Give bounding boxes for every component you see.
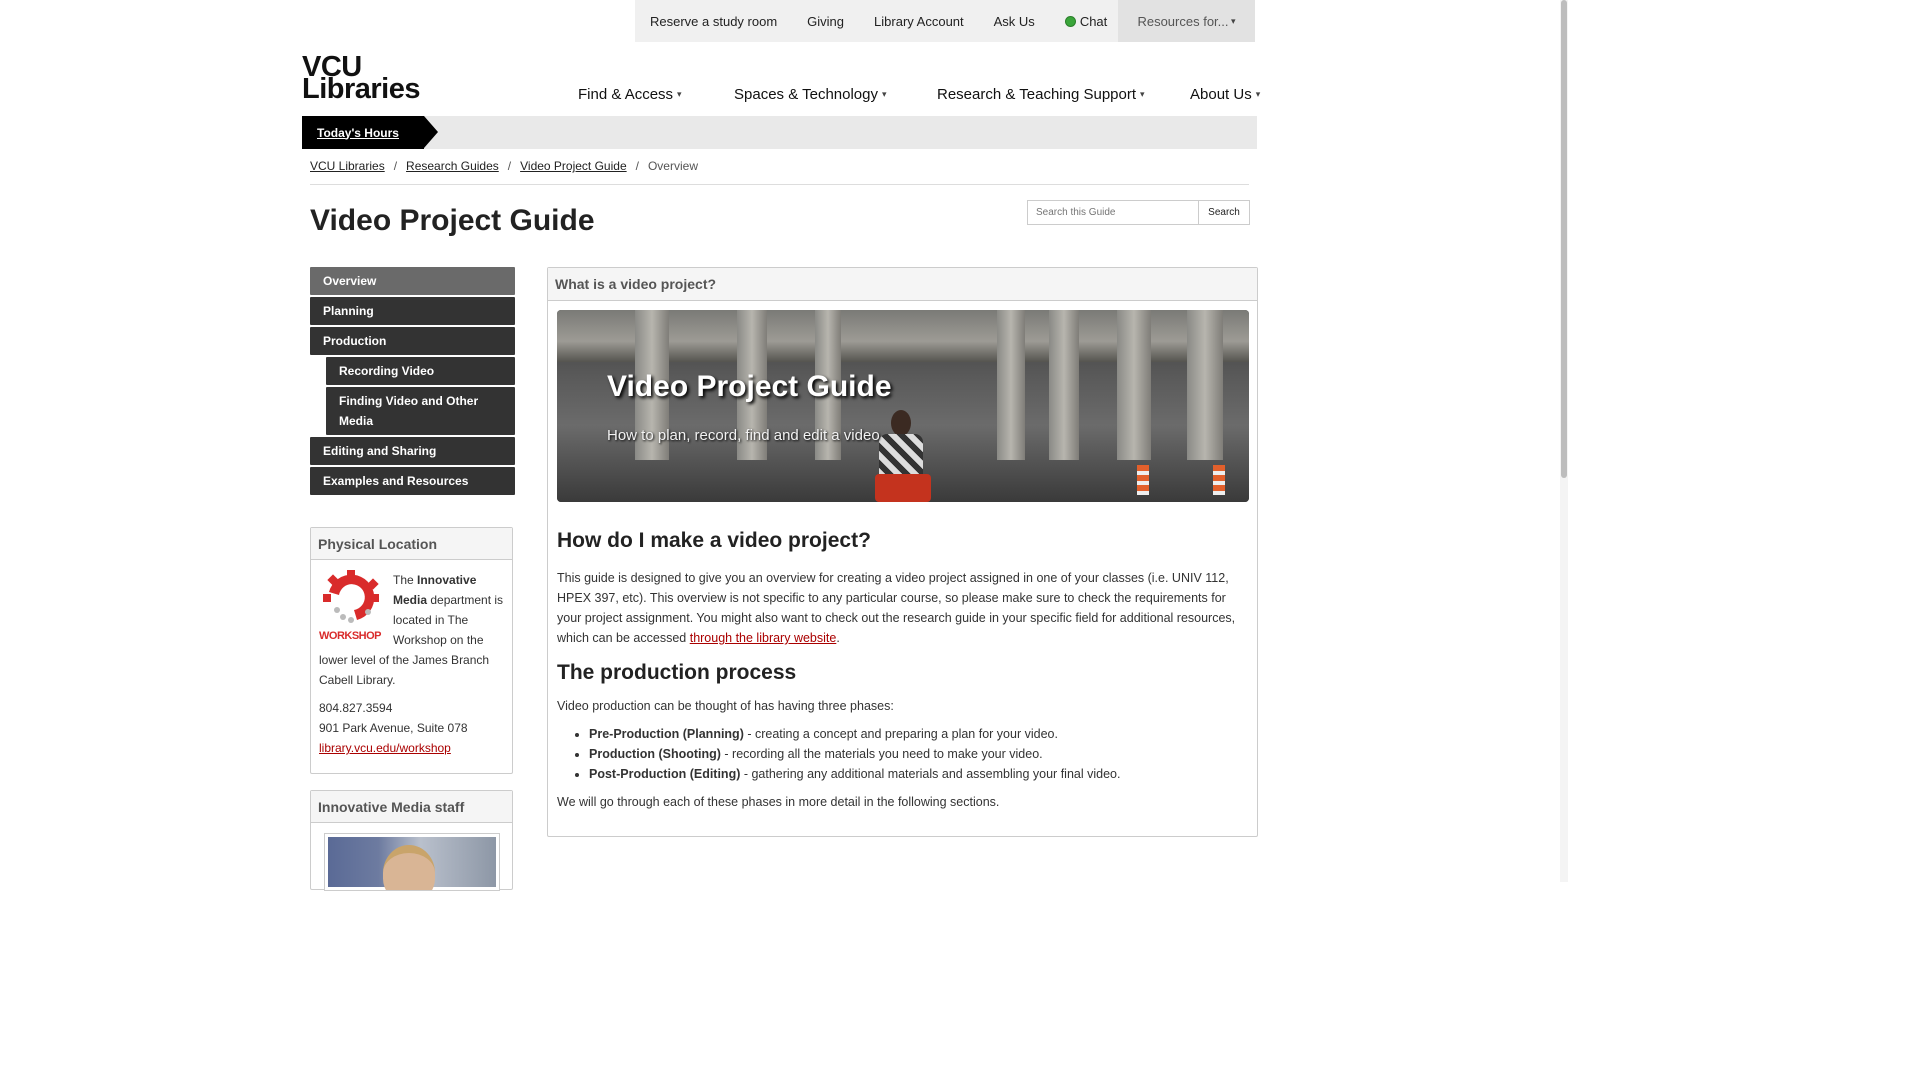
nav-spaces-technology[interactable]: Spaces & Technology ▾ [734,86,887,103]
todays-hours-label: Today's Hours [317,125,399,140]
nav-find-access-label: Find & Access [578,86,674,103]
content-box-heading: What is a video project? [548,268,1257,301]
scrollbar-thumb[interactable] [1561,0,1567,478]
reserve-study-room-link[interactable]: Reserve a study room [635,14,792,29]
chevron-down-icon: ▾ [1255,89,1261,99]
nav-about-us-label: About Us [1190,86,1252,103]
chevron-down-icon: ▾ [882,89,887,99]
chat-status-icon [1064,15,1076,27]
nav-find-access[interactable]: Find & Access ▾ [578,86,682,103]
nav-research-teaching-label: Research & Teaching Support [937,86,1137,103]
staff-photo [324,833,500,891]
workshop-logo-word: WORKSHOP [319,630,382,642]
list-item: Production (Shooting) - recording all th… [589,744,1249,764]
nav-research-teaching-support[interactable]: Research & Teaching Support ▾ [937,86,1145,103]
section-heading-how: How do I make a video project? [557,529,871,552]
workshop-logo: WORKSHOP [319,570,385,644]
nav-spaces-technology-label: Spaces & Technology [734,86,878,103]
utility-nav: Reserve a study room Giving Library Acco… [635,0,1255,42]
list-item: Pre-Production (Planning) - creating a c… [589,724,1249,744]
content-box: What is a video project? Video Project G… [547,267,1258,837]
page-scrollbar[interactable] [1560,0,1568,882]
chevron-down-icon: ▾ [677,89,682,99]
ask-us-link[interactable]: Ask Us [979,14,1050,29]
breadcrumb-research-guides[interactable]: Research Guides [406,159,499,184]
gear-icon [323,570,379,623]
sidenav-item-planning[interactable]: Planning [310,297,515,325]
chevron-down-icon: ▾ [1140,89,1145,99]
guide-search-input[interactable] [1027,200,1199,225]
banner-subtitle: How to plan, record, find and edit a vid… [607,427,880,444]
guide-search-button[interactable]: Search [1199,200,1250,225]
physical-location-body: WORKSHOP The Innovative Media department… [311,560,512,768]
library-website-link[interactable]: through the library website [690,631,837,645]
sidenav-subitem-finding-video[interactable]: Finding Video and Other Media [326,387,515,435]
breadcrumb-vcu-libraries[interactable]: VCU Libraries [310,159,385,184]
page-title: Video Project Guide [310,204,595,237]
chat-link[interactable]: Chat [1050,14,1122,29]
sidenav-item-editing-sharing[interactable]: Editing and Sharing [310,437,515,465]
sidenav-item-overview[interactable]: Overview [310,267,515,295]
banner-title: Video Project Guide [607,370,892,403]
chat-label: Chat [1079,13,1108,29]
physical-location-box: Physical Location WORKSHOP The Innovativ… [310,527,513,774]
physical-location-heading: Physical Location [311,528,512,560]
guide-banner-image: Video Project Guide How to plan, record,… [557,310,1249,502]
location-phone: 804.827.3594 [319,701,393,715]
breadcrumb-current: Overview [647,159,698,173]
sidenav-subitem-recording-video[interactable]: Recording Video [326,357,515,385]
breadcrumb: VCU Libraries / Research Guides / Video … [310,159,1249,185]
workshop-link[interactable]: library.vcu.edu/workshop [319,741,451,755]
giving-link[interactable]: Giving [792,14,859,29]
intro-paragraph: This guide is designed to give you an ov… [557,571,1236,645]
guide-search-form: Search [1027,200,1250,225]
content-body: How do I make a video project? This guid… [557,526,1249,820]
innovative-media-staff-box: Innovative Media staff [310,790,513,891]
guide-side-nav: Overview Planning Production Recording V… [310,267,515,497]
vcu-libraries-logo[interactable]: VCU Libraries [302,53,421,105]
phases-intro: Video production can be thought of has h… [557,699,894,713]
list-item: Post-Production (Editing) - gathering an… [589,764,1249,784]
logo-line-2: Libraries [302,73,421,105]
breadcrumb-separator: / [635,159,639,173]
breadcrumb-separator: / [507,159,512,173]
resources-for-label: Resources for... [1137,13,1229,29]
phases-list: Pre-Production (Planning) - creating a c… [589,724,1249,784]
section-heading-production-process: The production process [557,661,797,684]
sidenav-item-production[interactable]: Production [310,327,515,355]
closing-paragraph: We will go through each of these phases … [557,795,1000,809]
todays-hours-tab[interactable]: Today's Hours [302,116,438,149]
breadcrumb-separator: / [393,159,398,173]
library-account-link[interactable]: Library Account [859,14,979,29]
nav-about-us[interactable]: About Us ▾ [1190,86,1260,103]
resources-for-dropdown[interactable]: Resources for... ▾ [1118,0,1255,42]
chevron-down-icon: ▾ [1228,15,1236,26]
hours-bar: Today's Hours [302,116,1257,149]
staff-box-heading: Innovative Media staff [311,791,512,823]
breadcrumb-video-project-guide[interactable]: Video Project Guide [520,159,627,184]
sidenav-item-examples-resources[interactable]: Examples and Resources [310,467,515,495]
location-address: 901 Park Avenue, Suite 078 [319,721,468,735]
